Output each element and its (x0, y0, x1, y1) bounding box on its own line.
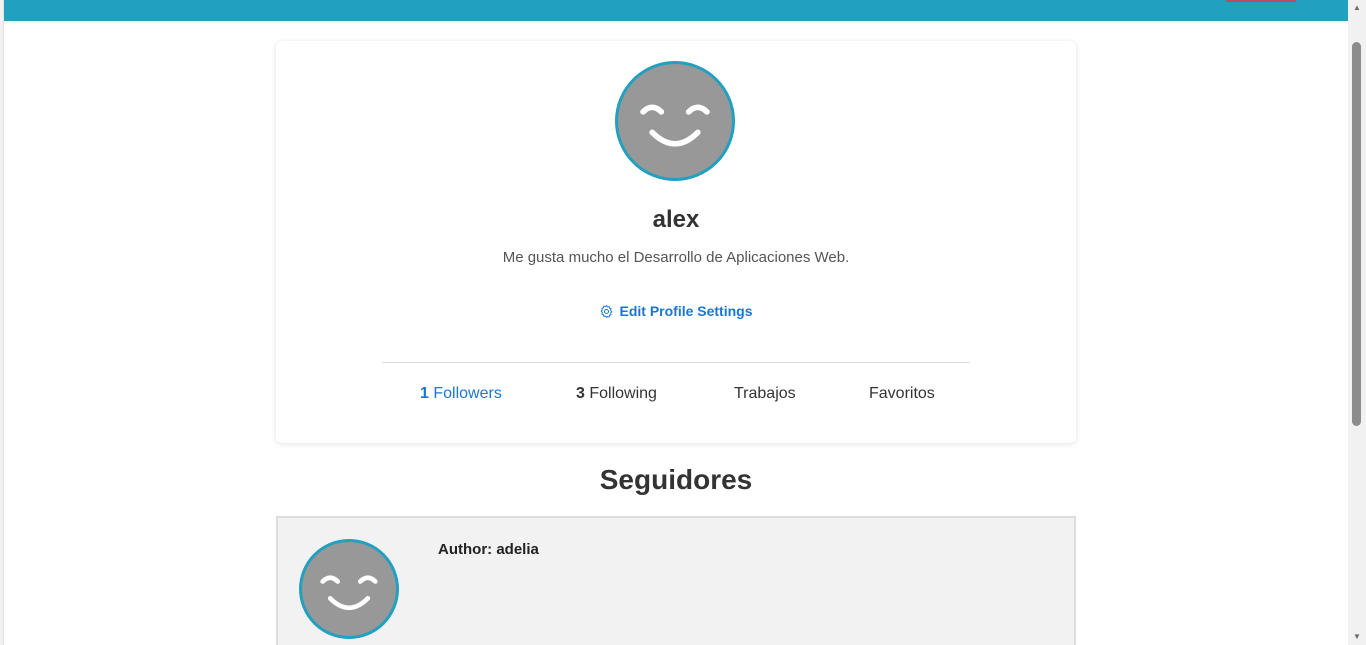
following-count: 3 (576, 385, 585, 402)
followers-tab[interactable]: 1 Followers (420, 385, 502, 403)
profile-stats: 1 Followers 3 Following Trabajos Favorit… (382, 385, 970, 409)
followers-count: 1 (420, 385, 429, 402)
top-navbar (4, 0, 1348, 21)
profile-card: alex Me gusta mucho el Desarrollo de Apl… (276, 41, 1076, 443)
scrollbar-thumb[interactable] (1352, 42, 1361, 426)
profile-username: alex (652, 206, 700, 233)
trabajos-label: Trabajos (734, 385, 796, 402)
favoritos-label: Favoritos (869, 385, 935, 402)
follower-card[interactable]: Author: adelia (276, 516, 1076, 645)
edit-profile-settings-label: Edit Profile Settings (619, 303, 753, 319)
following-tab[interactable]: 3 Following (576, 385, 657, 403)
vertical-scrollbar[interactable]: ▲ ▼ (1348, 0, 1366, 645)
followers-section-title: Seguidores (599, 464, 753, 495)
trabajos-tab[interactable]: Trabajos (734, 385, 796, 403)
profile-bio: Me gusta mucho el Desarrollo de Aplicaci… (502, 249, 850, 266)
window-left-edge (0, 0, 4, 645)
smiley-face-icon (640, 104, 710, 147)
navbar-button[interactable] (1226, 0, 1296, 2)
edit-profile-settings-link[interactable]: Edit Profile Settings (276, 303, 1076, 319)
follower-avatar (299, 539, 399, 639)
smiley-face-icon (320, 575, 378, 611)
scroll-up-arrow-icon[interactable]: ▲ (1348, 0, 1366, 16)
profile-avatar (615, 61, 735, 181)
favoritos-tab[interactable]: Favoritos (869, 385, 935, 403)
scroll-down-arrow-icon[interactable]: ▼ (1348, 629, 1366, 645)
stats-divider (382, 362, 970, 363)
follower-author: Author: adelia (438, 541, 539, 558)
gear-icon (601, 304, 613, 318)
followers-label: Followers (433, 385, 502, 402)
following-label: Following (589, 385, 657, 402)
